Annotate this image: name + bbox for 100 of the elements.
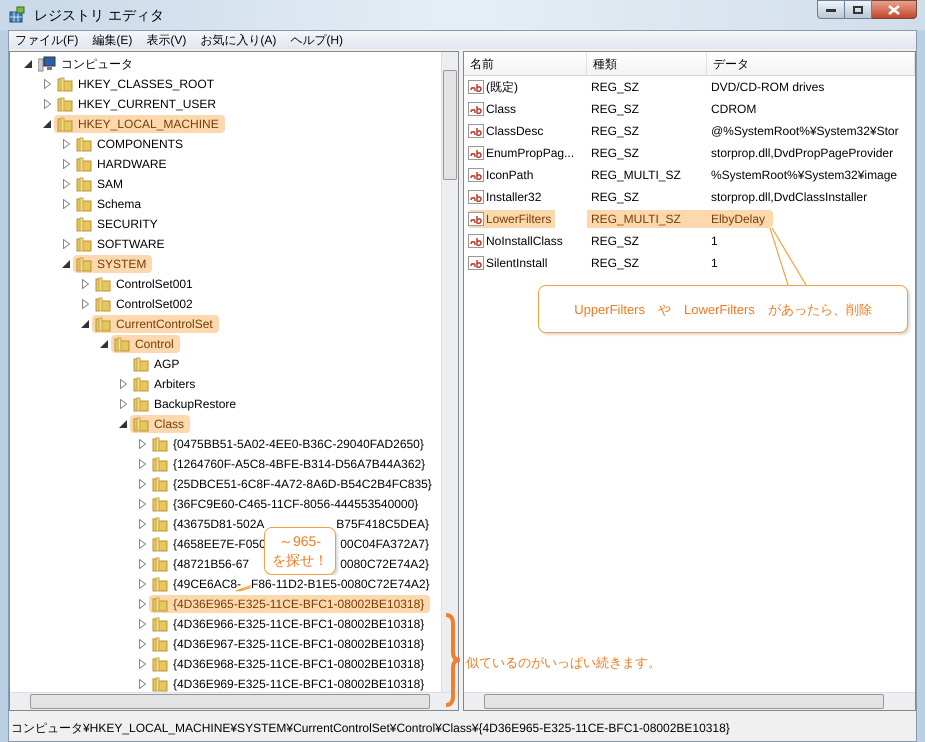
tree-item[interactable]: コンピュータ — [35, 55, 139, 73]
value-name[interactable]: EnumPropPag... — [468, 144, 578, 162]
value-type: REG_SZ — [590, 101, 640, 118]
vertical-scrollbar[interactable] — [441, 52, 458, 692]
tree-item[interactable]: SAM — [73, 175, 130, 193]
collapsed-arrow-icon[interactable] — [118, 379, 128, 389]
collapsed-arrow-icon[interactable] — [137, 499, 147, 509]
tree-item[interactable]: {4D36E967-E325-11CE-BFC1-08002BE10318} — [149, 635, 430, 653]
value-data: storprop.dll,DvdPropPageProvider — [710, 145, 894, 162]
tree-item[interactable]: {4D36E966-E325-11CE-BFC1-08002BE10318} — [149, 615, 430, 633]
string-value-icon — [468, 145, 484, 161]
value-name[interactable]: LowerFilters — [468, 210, 556, 228]
collapsed-arrow-icon[interactable] — [61, 199, 71, 209]
column-header[interactable]: 名前 — [464, 52, 587, 75]
scrollbar-thumb[interactable] — [443, 70, 457, 180]
collapsed-arrow-icon[interactable] — [137, 639, 147, 649]
collapsed-arrow-icon[interactable] — [61, 159, 71, 169]
tree-item-label[interactable]: {4658EE7E-F050 — [173, 535, 266, 553]
tree-item[interactable]: SECURITY — [73, 215, 164, 233]
expanded-arrow-icon[interactable] — [23, 59, 33, 69]
value-type: REG_MULTI_SZ — [587, 210, 707, 228]
tree-item[interactable]: {0475BB51-5A02-4EE0-B36C-29040FAD2650} — [149, 435, 430, 453]
collapsed-arrow-icon[interactable] — [61, 139, 71, 149]
expanded-arrow-icon[interactable] — [118, 419, 128, 429]
highlighted-tree-item[interactable]: SYSTEM — [73, 255, 152, 273]
collapsed-arrow-icon[interactable] — [137, 659, 147, 669]
collapsed-arrow-icon[interactable] — [137, 519, 147, 529]
tree-item[interactable]: {36FC9E60-C465-11CF-8056-444553540000} — [149, 495, 424, 513]
collapsed-arrow-icon[interactable] — [137, 439, 147, 449]
folder-icon — [76, 236, 92, 252]
menu-item[interactable]: お気に入り(A) — [200, 31, 276, 49]
highlighted-tree-item[interactable]: CurrentControlSet — [92, 315, 219, 333]
tree-item[interactable]: {4D36E969-E325-11CE-BFC1-08002BE10318} — [149, 675, 430, 693]
tree-item[interactable]: HKEY_CURRENT_USER — [54, 95, 222, 113]
collapsed-arrow-icon[interactable] — [42, 99, 52, 109]
highlighted-tree-item[interactable]: {4D36E965-E325-11CE-BFC1-08002BE10318} — [149, 595, 430, 613]
collapsed-arrow-icon[interactable] — [137, 479, 147, 489]
collapsed-arrow-icon[interactable] — [137, 679, 147, 689]
maximize-button[interactable] — [845, 0, 872, 19]
value-name[interactable]: SilentInstall — [468, 254, 552, 272]
tree-item[interactable]: Schema — [73, 195, 148, 213]
tree-item[interactable]: {25DBCE51-6C8F-4A72-8A6D-B54C2B4FC835} — [149, 475, 438, 493]
string-value-icon — [468, 101, 484, 117]
collapsed-arrow-icon[interactable] — [137, 619, 147, 629]
folder-icon — [57, 76, 73, 92]
tree-item-label[interactable]: F86-11D2-B1E5-0080C72E74A2} — [251, 575, 430, 593]
tree-item[interactable]: HKEY_CLASSES_ROOT — [54, 75, 220, 93]
menu-item[interactable]: 編集(E) — [92, 31, 132, 49]
tree-item-label[interactable]: {48721B56-67 — [173, 555, 250, 573]
tree-item[interactable]: Arbiters — [130, 375, 202, 393]
expanded-arrow-icon[interactable] — [80, 319, 90, 329]
highlighted-tree-item[interactable]: Class — [130, 415, 190, 433]
tree-item[interactable]: ControlSet002 — [92, 295, 199, 313]
scrollbar-thumb[interactable] — [30, 694, 430, 709]
close-button[interactable] — [872, 0, 917, 19]
scrollbar-thumb[interactable] — [484, 694, 884, 709]
collapsed-arrow-icon[interactable] — [137, 459, 147, 469]
tree-item[interactable]: AGP — [130, 355, 186, 373]
tree-item[interactable]: ControlSet001 — [92, 275, 199, 293]
value-name[interactable]: IconPath — [468, 166, 538, 184]
horizontal-scrollbar[interactable] — [464, 692, 915, 710]
value-name[interactable]: NoInstallClass — [468, 232, 567, 250]
menu-item[interactable]: ファイル(F) — [15, 31, 78, 49]
value-name[interactable]: Class — [468, 100, 520, 118]
expanded-arrow-icon[interactable] — [99, 339, 109, 349]
value-type: REG_SZ — [590, 233, 640, 250]
minimize-button[interactable] — [817, 0, 845, 19]
collapsed-arrow-icon[interactable] — [42, 79, 52, 89]
tree-item[interactable]: SOFTWARE — [73, 235, 171, 253]
highlighted-tree-item[interactable]: Control — [111, 335, 180, 353]
tree-item-label[interactable]: {43675D81-502A — [173, 515, 264, 533]
collapsed-arrow-icon[interactable] — [137, 539, 147, 549]
value-name[interactable]: ClassDesc — [468, 122, 548, 140]
value-type: REG_SZ — [590, 255, 640, 272]
tree-item[interactable]: HARDWARE — [73, 155, 173, 173]
horizontal-scrollbar[interactable] — [10, 692, 458, 710]
tree-item[interactable]: {4D36E968-E325-11CE-BFC1-08002BE10318} — [149, 655, 430, 673]
expanded-arrow-icon[interactable] — [42, 119, 52, 129]
highlighted-tree-item[interactable]: HKEY_LOCAL_MACHINE — [54, 115, 225, 133]
folder-icon — [95, 316, 111, 332]
collapsed-arrow-icon[interactable] — [137, 599, 147, 609]
collapsed-arrow-icon[interactable] — [61, 179, 71, 189]
collapsed-arrow-icon[interactable] — [118, 399, 128, 409]
callout-text: を探せ！ — [272, 551, 328, 570]
collapsed-arrow-icon[interactable] — [61, 239, 71, 249]
column-header[interactable]: 種類 — [587, 52, 707, 75]
tree-item[interactable]: {1264760F-A5C8-4BFE-B314-D56A7B44A362} — [149, 455, 432, 473]
menu-item[interactable]: ヘルプ(H) — [290, 31, 343, 49]
expanded-arrow-icon[interactable] — [61, 259, 71, 269]
collapsed-arrow-icon[interactable] — [80, 299, 90, 309]
tree-item[interactable]: BackupRestore — [130, 395, 242, 413]
collapsed-arrow-icon[interactable] — [80, 279, 90, 289]
collapsed-arrow-icon[interactable] — [137, 579, 147, 589]
collapsed-arrow-icon[interactable] — [137, 559, 147, 569]
tree-item-label[interactable]: {49CE6AC8- — [173, 575, 242, 593]
column-header[interactable]: データ — [707, 52, 915, 75]
menu-item[interactable]: 表示(V) — [146, 31, 186, 49]
value-name[interactable]: Installer32 — [468, 188, 546, 206]
tree-item[interactable]: COMPONENTS — [73, 135, 190, 153]
value-name[interactable]: (既定) — [468, 78, 522, 96]
